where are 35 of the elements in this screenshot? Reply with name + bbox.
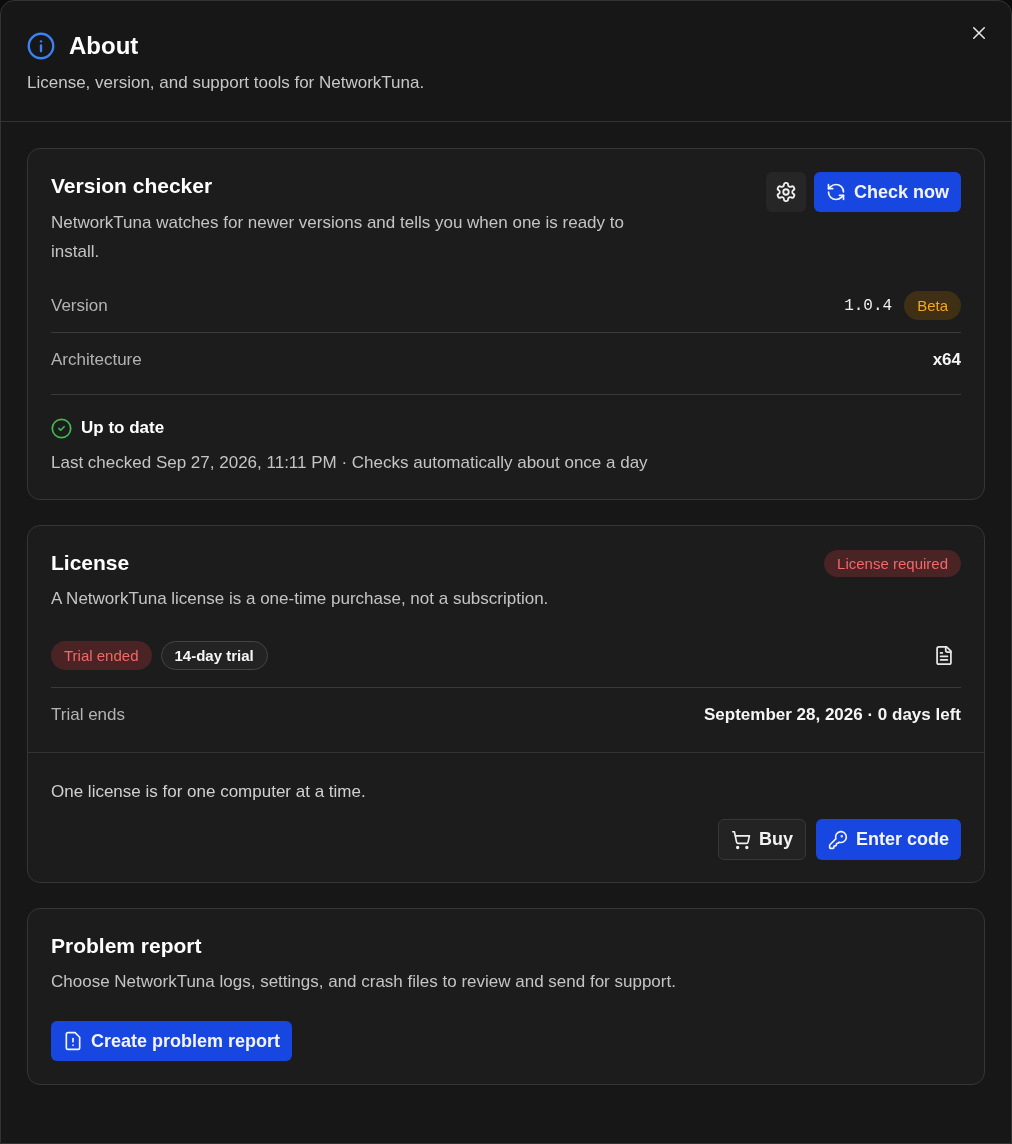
gear-icon bbox=[774, 181, 797, 203]
status-badge: License required bbox=[824, 550, 961, 577]
close-icon[interactable] bbox=[973, 27, 985, 39]
key-icon bbox=[827, 829, 848, 850]
check-circle-icon bbox=[51, 417, 72, 439]
document-icon[interactable] bbox=[936, 646, 952, 665]
file-alert-icon bbox=[63, 1031, 83, 1051]
card-title: License bbox=[51, 550, 130, 576]
status-detail: Last checked Sep 27, 2026, 11:11 PM · Checks automatically about once a day bbox=[51, 452, 649, 474]
check-now-button[interactable]: Check now bbox=[813, 172, 961, 212]
card-title: Version checker bbox=[51, 173, 214, 199]
tag: Trial ended bbox=[51, 641, 152, 670]
enter-code-button[interactable]: Enter code bbox=[815, 819, 961, 860]
row-value: 1.0.4 bbox=[844, 295, 893, 317]
row-label: Trial ends bbox=[51, 704, 125, 726]
row-label: Version bbox=[51, 294, 108, 317]
info-icon bbox=[27, 32, 55, 60]
create-report-button[interactable]: Create problem report bbox=[51, 1021, 293, 1061]
buy-button[interactable]: Buy bbox=[717, 819, 806, 860]
card-description: A NetworkTuna license is a one-time purchase, not a subscription. bbox=[51, 588, 550, 610]
card-description: Choose NetworkTuna logs, settings, and crash files to review and send for support. bbox=[51, 971, 677, 993]
refresh-icon bbox=[825, 182, 846, 202]
card-description: NetworkTuna watches for newer versions and tells you when one is ready to install. bbox=[51, 212, 625, 263]
status-label: Up to date bbox=[81, 417, 165, 439]
settings-button[interactable] bbox=[765, 172, 806, 212]
row-label: Architecture bbox=[51, 349, 142, 371]
dialog-subtitle: License, version, and support tools for NetworkTuna. bbox=[27, 72, 426, 94]
card-title: Problem report bbox=[51, 933, 203, 959]
license-note: One license is for one computer at a time. bbox=[51, 781, 367, 803]
row-value: September 28, 2026 · 0 days left bbox=[703, 704, 961, 726]
dialog-title: About bbox=[69, 31, 139, 61]
status-badge: Beta bbox=[904, 291, 961, 320]
tag: 14-day trial bbox=[160, 641, 268, 670]
cart-icon bbox=[730, 829, 751, 850]
row-value: x64 bbox=[932, 349, 961, 371]
